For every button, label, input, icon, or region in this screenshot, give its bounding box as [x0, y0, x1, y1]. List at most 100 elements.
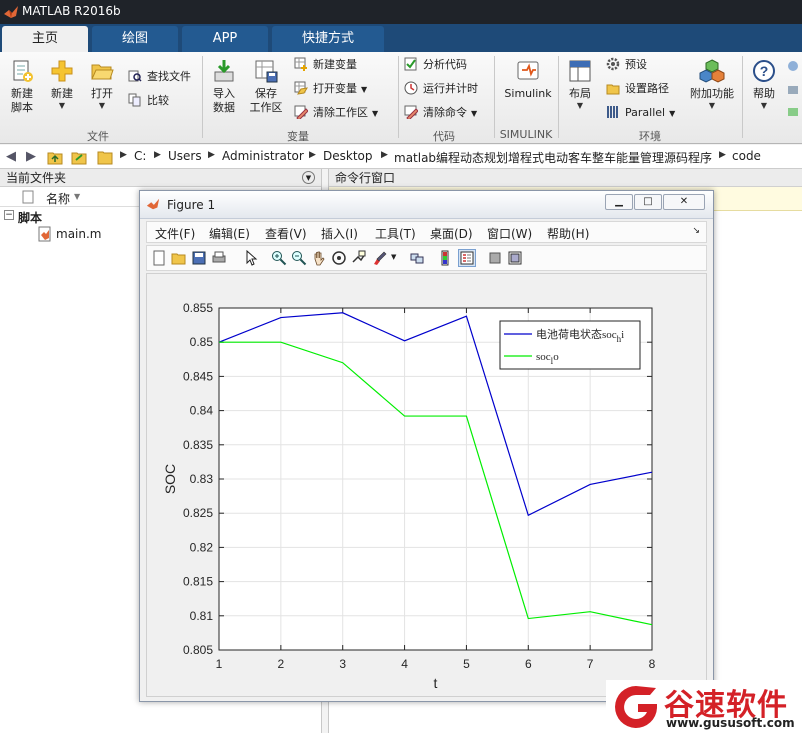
- breadcrumb-users[interactable]: Users: [168, 149, 202, 163]
- community-icons[interactable]: [786, 58, 800, 128]
- group-divider: [398, 56, 399, 138]
- tab-home[interactable]: 主页: [2, 26, 88, 52]
- new-variable-button[interactable]: 新建变量: [294, 56, 357, 74]
- zoom-in-icon[interactable]: [271, 250, 287, 266]
- parallel-button[interactable]: Parallel ▼: [606, 104, 675, 122]
- simulink-icon: [517, 61, 539, 80]
- find-files-button[interactable]: 查找文件: [128, 68, 191, 86]
- analyze-code-button[interactable]: 分析代码: [404, 56, 467, 74]
- menu-window[interactable]: 窗口(W): [487, 225, 532, 242]
- hide-plot-tools-icon[interactable]: [487, 250, 503, 266]
- open-variable-dropdown-caret[interactable]: ▼: [361, 85, 367, 94]
- addons-button[interactable]: 附加功能 ▼: [686, 58, 738, 111]
- menu-insert[interactable]: 插入(I): [321, 225, 358, 242]
- simulink-label: Simulink: [504, 87, 552, 100]
- help-icon: ?: [753, 60, 775, 82]
- set-path-button[interactable]: 设置路径: [606, 80, 669, 98]
- clear-commands-icon: [404, 105, 418, 119]
- legend-label-part: o: [553, 351, 559, 363]
- group-divider: [558, 56, 559, 138]
- menu-overflow-icon[interactable]: ↘: [692, 226, 700, 236]
- data-cursor-icon[interactable]: [351, 250, 367, 266]
- pan-hand-icon[interactable]: [311, 250, 327, 266]
- menu-help[interactable]: 帮助(H): [547, 225, 589, 242]
- gususoft-logo-icon: [615, 686, 657, 728]
- panel-actions-icon[interactable]: ▼: [302, 171, 315, 184]
- breadcrumb-project-folder[interactable]: matlab编程动态规划增程式电动客车整车能量管理源码程序: [394, 149, 716, 166]
- maximize-button[interactable]: □: [634, 194, 662, 210]
- rotate-3d-icon[interactable]: [331, 250, 347, 266]
- y-tick-label: 0.845: [183, 369, 213, 383]
- import-data-button[interactable]: 导入 数据: [206, 58, 242, 115]
- y-tick-label: 0.855: [183, 301, 213, 315]
- clear-commands-button[interactable]: 清除命令 ▼: [404, 104, 477, 122]
- name-column-header[interactable]: 名称: [46, 190, 70, 207]
- preferences-button[interactable]: 预设: [606, 56, 647, 74]
- tab-apps[interactable]: APP: [182, 26, 268, 52]
- help-button[interactable]: ? 帮助 ▼: [746, 58, 782, 111]
- show-plot-tools-icon[interactable]: [507, 250, 523, 266]
- breadcrumb-separator: ▶: [154, 150, 161, 160]
- breadcrumb-code[interactable]: code: [732, 149, 761, 163]
- collapse-icon[interactable]: −: [4, 210, 14, 220]
- open-button[interactable]: 打开 ▼: [84, 58, 120, 111]
- group-label-file: 文件: [87, 130, 109, 143]
- layout-button[interactable]: 布局 ▼: [562, 58, 598, 111]
- back-arrow-icon[interactable]: ◀: [2, 148, 20, 166]
- clear-workspace-dropdown-caret[interactable]: ▼: [372, 109, 378, 118]
- save-workspace-label: 保存 工作区: [249, 87, 283, 114]
- link-plot-icon[interactable]: [409, 250, 425, 266]
- pointer-icon[interactable]: [243, 250, 259, 266]
- breadcrumb-separator: ▶: [208, 150, 215, 160]
- open-variable-button[interactable]: 打开变量 ▼: [294, 80, 367, 98]
- y-axis-label: SOC: [162, 464, 178, 494]
- close-button[interactable]: ✕: [663, 194, 705, 210]
- help-label: 帮助: [753, 87, 775, 100]
- group-label-variable: 变量: [287, 130, 309, 143]
- y-tick-label: 0.84: [190, 404, 214, 418]
- file-name: main.m: [56, 227, 102, 241]
- legend-label-part: soc: [536, 351, 551, 363]
- up-folder-icon[interactable]: [46, 148, 64, 166]
- simulink-button[interactable]: Simulink: [500, 58, 556, 101]
- brush-icon[interactable]: [371, 250, 387, 266]
- clear-commands-dropdown-caret[interactable]: ▼: [471, 109, 477, 118]
- save-workspace-button[interactable]: 保存 工作区: [246, 58, 286, 115]
- parallel-icon: [607, 106, 618, 118]
- run-and-time-button[interactable]: 运行并计时: [404, 80, 478, 98]
- file-type-column-icon: [22, 190, 34, 204]
- menu-edit[interactable]: 编辑(E): [209, 225, 250, 242]
- breadcrumb-desktop[interactable]: Desktop: [323, 149, 373, 163]
- breadcrumb-separator: ▶: [381, 150, 388, 160]
- breadcrumb-drive[interactable]: C:: [134, 149, 146, 163]
- save-icon[interactable]: [191, 250, 207, 266]
- new-figure-icon[interactable]: [151, 250, 167, 266]
- menu-tools[interactable]: 工具(T): [375, 225, 416, 242]
- legend-label-part: i: [621, 329, 624, 341]
- tab-shortcuts[interactable]: 快捷方式: [272, 26, 384, 52]
- menu-view[interactable]: 查看(V): [265, 225, 307, 242]
- tab-plots[interactable]: 绘图: [92, 26, 178, 52]
- forward-arrow-icon[interactable]: ▶: [22, 148, 40, 166]
- browse-folder-icon[interactable]: [70, 148, 88, 166]
- clear-workspace-button[interactable]: 清除工作区 ▼: [294, 104, 378, 122]
- sort-caret-icon: ▼: [74, 192, 81, 201]
- new-script-button[interactable]: 新建 脚本: [4, 58, 40, 115]
- menu-file[interactable]: 文件(F): [155, 225, 195, 242]
- minimize-button[interactable]: ▁: [605, 194, 633, 210]
- parallel-dropdown-caret[interactable]: ▼: [669, 109, 675, 118]
- new-button[interactable]: 新建 ▼: [44, 58, 80, 111]
- breadcrumb-administrator[interactable]: Administrator: [222, 149, 304, 163]
- compare-button[interactable]: 比较: [128, 92, 169, 110]
- legend-icon[interactable]: [458, 249, 476, 267]
- colorbar-icon[interactable]: [437, 250, 453, 266]
- legend[interactable]: 电池荷电状态sochisoclo: [499, 320, 641, 370]
- group-divider: [494, 56, 495, 138]
- gear-icon: [606, 57, 620, 71]
- y-tick-label: 0.83: [190, 472, 214, 486]
- open-file-icon[interactable]: [171, 250, 187, 266]
- menu-desktop[interactable]: 桌面(D): [430, 225, 473, 242]
- zoom-out-icon[interactable]: [291, 250, 307, 266]
- print-icon[interactable]: [211, 250, 227, 266]
- brush-dropdown-caret[interactable]: ▼: [391, 253, 396, 261]
